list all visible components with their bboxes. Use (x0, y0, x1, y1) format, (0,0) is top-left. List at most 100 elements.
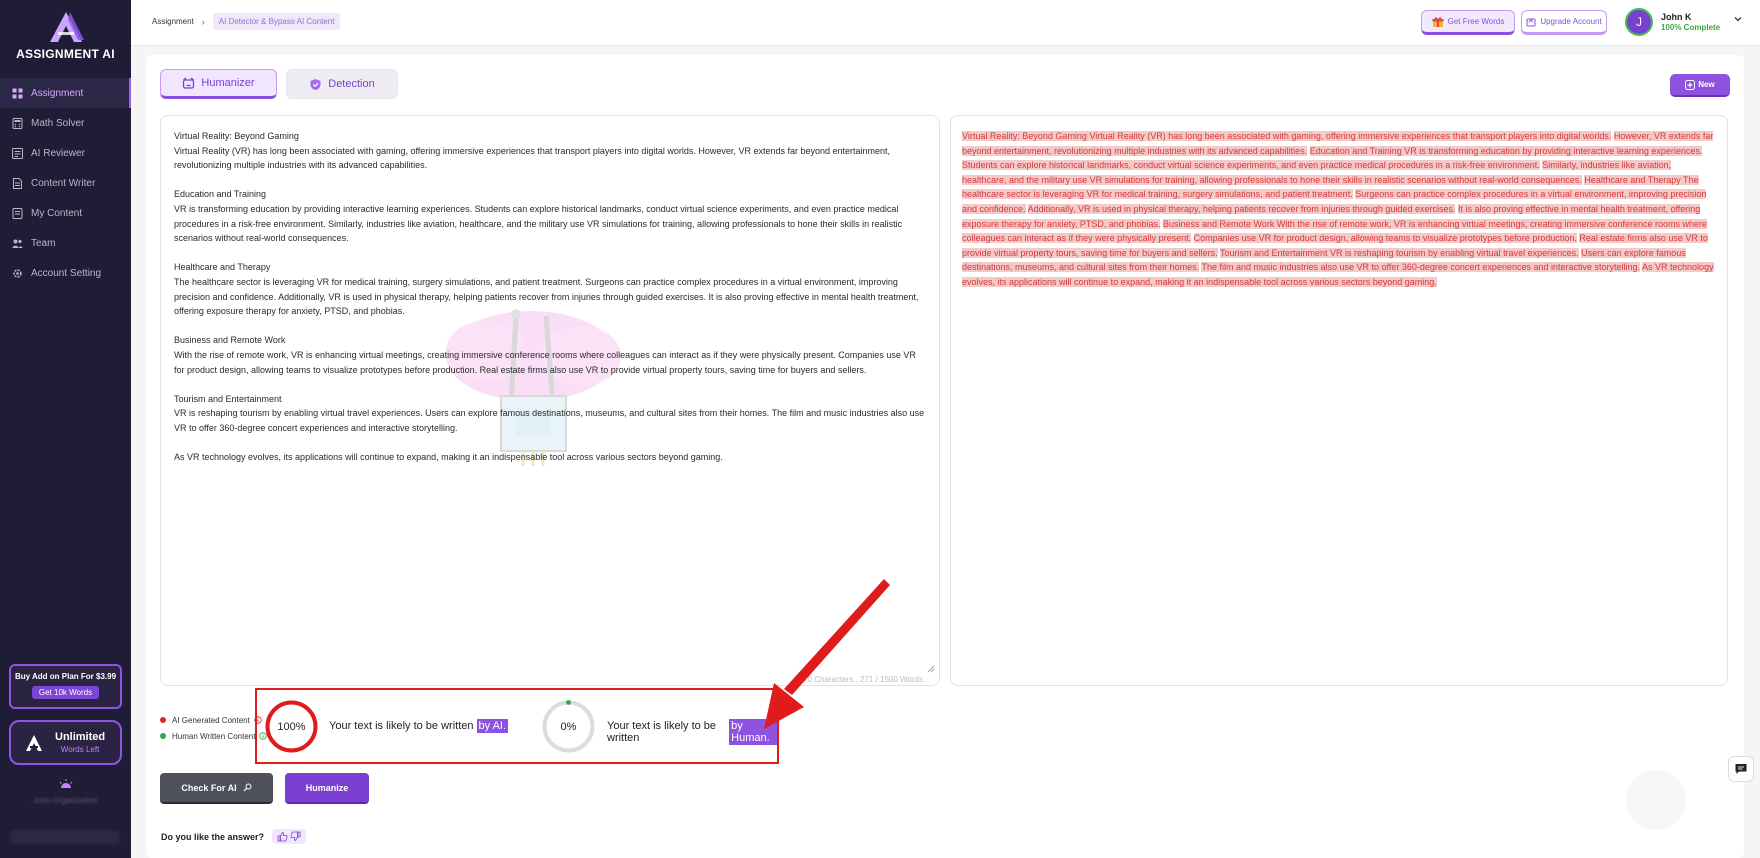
ai-likelihood: Your text is likely to be written by AI. (329, 719, 509, 733)
addon-title: Buy Add on Plan For $3.99 (14, 672, 117, 681)
decorative-circle (1626, 770, 1686, 830)
sidebar-item-label: My Content (31, 207, 83, 219)
breadcrumb-current: AI Detector & Bypass AI Content (212, 13, 341, 30)
logo[interactable]: ASSIGNMENT AI (0, 10, 131, 61)
ai-score-value: 100% (277, 720, 306, 733)
chat-button[interactable] (1728, 756, 1754, 782)
logo-icon (46, 10, 86, 44)
human-likelihood-text: Your text is likely to be written (607, 720, 717, 744)
avatar[interactable]: J (1625, 8, 1653, 36)
tab-detection-label: Detection (328, 78, 375, 90)
tab-humanizer[interactable]: Humanizer (160, 69, 277, 99)
human-dot (160, 733, 166, 739)
breadcrumb: Assignment › AI Detector & Bypass AI Con… (152, 13, 341, 30)
org-switcher[interactable]: John Organization (0, 778, 131, 805)
org-name: John Organization (33, 796, 98, 805)
logo-small-icon (26, 734, 42, 751)
legend-ai: AI Generated Content (160, 712, 267, 728)
paragraph-heading: Business and Remote Work (174, 335, 286, 346)
ai-sentence: Additionally, VR is used in physical the… (1027, 203, 1456, 214)
input-paragraph: Virtual Reality: Beyond Gaming Virtual Re… (174, 129, 926, 173)
ai-tag: by AI. (476, 719, 509, 733)
paragraph-body: As VR technology evolves, its applicatio… (174, 452, 723, 463)
output-text: Virtual Reality: Beyond Gaming Virtual R… (962, 129, 1718, 290)
human-score-value: 0% (560, 720, 577, 733)
breadcrumb-separator: › (201, 16, 205, 27)
review-icon (12, 147, 23, 159)
chat-icon (1735, 764, 1747, 774)
profile-completion: 100% Complete (1661, 23, 1721, 32)
user-name[interactable]: John K (1661, 12, 1692, 22)
paragraph-body: VR is transforming education by providin… (174, 203, 903, 244)
thumbs-up-icon[interactable] (277, 831, 288, 842)
new-button-label: New (1698, 80, 1715, 89)
sidebar-item-label: Team (31, 237, 56, 249)
get-free-words-label: Get Free Words (1447, 17, 1505, 26)
sidebar-item-my-content[interactable]: My Content (0, 198, 131, 228)
plan-title: Unlimited (55, 731, 106, 743)
tab-detection[interactable]: Detection (286, 69, 398, 99)
input-paragraph: Tourism and Entertainment VR is reshaping… (174, 392, 926, 436)
get-words-button[interactable]: Get 10k Words (31, 686, 100, 699)
sidebar-item-account-setting[interactable]: Account Setting (0, 258, 131, 288)
user-switcher[interactable] (10, 830, 120, 844)
sidebar-item-assignment[interactable]: Assignment (0, 78, 131, 108)
ai-sentence: Companies use VR for product design, all… (1193, 233, 1577, 244)
thumbs-down-icon[interactable] (290, 831, 301, 842)
sidebar-item-label: AI Reviewer (31, 147, 85, 159)
upgrade-account-label: Upgrade Account (1540, 17, 1602, 26)
sidebar-item-label: Content Writer (31, 177, 96, 189)
resize-handle-icon[interactable] (927, 665, 935, 673)
ai-sentence: Tourism and Entertainment VR is reshapin… (1219, 247, 1579, 258)
sidebar-item-content-writer[interactable]: Content Writer (0, 168, 131, 198)
shield-icon (310, 78, 321, 90)
paragraph-heading: Education and Training (174, 189, 267, 200)
ai-likelihood-text: Your text is likely to be written (329, 720, 474, 732)
sidebar-item-math-solver[interactable]: Math Solver (0, 108, 131, 138)
paragraph-body: The healthcare sector is leveraging VR f… (174, 276, 919, 317)
sidebar-item-label: Math Solver (31, 117, 85, 129)
sidebar: ASSIGNMENT AI Assignment Math Solver AI Re… (0, 0, 131, 858)
humanizer-icon (183, 76, 195, 89)
humanize-button[interactable]: Humanize (285, 773, 369, 804)
ai-sentence: Education and Training VR is transformin… (1309, 145, 1703, 156)
paragraph-body: Virtual Reality (VR) has long been assoc… (174, 145, 891, 171)
input-paragraph: Healthcare and Therapy The healthcare sec… (174, 260, 926, 318)
check-for-ai-button[interactable]: Check For AI (160, 773, 273, 804)
detection-result: 100% Your text is likely to be written b… (255, 688, 779, 764)
team-icon (12, 238, 23, 249)
output-panel: Virtual Reality: Beyond Gaming Virtual R… (950, 115, 1728, 686)
grid-icon (12, 88, 23, 99)
search-icon (243, 783, 252, 792)
ai-sentence: Virtual Reality: Beyond Gaming Virtual R… (962, 131, 1612, 141)
ai-sentence: The film and music industries also use V… (1201, 262, 1641, 273)
input-paragraph: Education and Training VR is transforming… (174, 187, 926, 245)
sidebar-nav: Assignment Math Solver AI Reviewer Content … (0, 78, 131, 288)
input-paragraph: As VR technology evolves, its applicatio… (174, 450, 926, 465)
plan-card: Unlimited Words Left (9, 720, 122, 765)
legend-ai-label: AI Generated Content (172, 715, 250, 725)
logo-text: ASSIGNMENT AI (16, 47, 115, 61)
new-button[interactable]: New (1670, 74, 1730, 97)
plan-subtitle: Words Left (60, 745, 100, 754)
sidebar-item-label: Assignment (31, 87, 84, 99)
legend: AI Generated Content Human Written Conte… (160, 712, 268, 744)
upgrade-account-button[interactable]: Upgrade Account (1521, 10, 1607, 35)
check-for-ai-label: Check For AI (181, 782, 237, 793)
paragraph-body: With the rise of remote work, VR is enha… (174, 349, 916, 375)
document-icon (12, 177, 23, 189)
input-text[interactable]: Virtual Reality: Beyond Gaming Virtual Re… (174, 129, 926, 479)
feedback-buttons (272, 829, 307, 844)
addon-card[interactable]: Buy Add on Plan For $3.99 Get 10k Words (9, 664, 122, 709)
legend-human-label: Human Written Content (172, 731, 256, 741)
get-free-words-button[interactable]: Get Free Words (1421, 10, 1515, 35)
sidebar-item-team[interactable]: Team (0, 228, 131, 258)
input-paragraph: Business and Remote Work With the rise of… (174, 333, 926, 377)
calculator-icon (12, 117, 23, 129)
chevron-down-icon[interactable] (1733, 14, 1743, 24)
breadcrumb-root[interactable]: Assignment (152, 17, 194, 26)
crown-icon (1526, 18, 1536, 26)
sidebar-item-ai-reviewer[interactable]: AI Reviewer (0, 138, 131, 168)
paragraph-heading: Virtual Reality: Beyond Gaming (174, 131, 299, 141)
paragraph-heading: Tourism and Entertainment (174, 393, 282, 404)
